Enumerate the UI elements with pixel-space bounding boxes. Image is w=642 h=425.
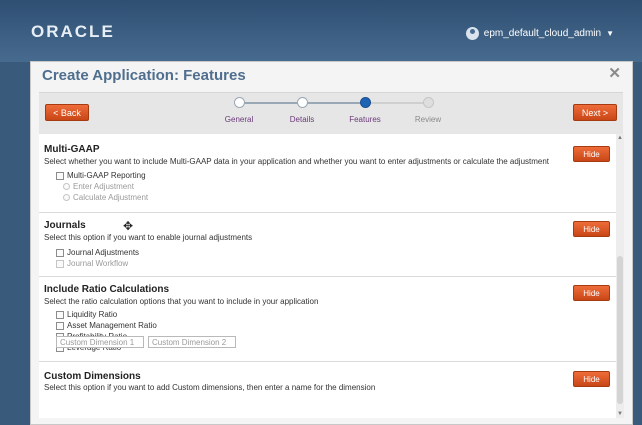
ratio-title: Include Ratio Calculations: [44, 284, 170, 295]
multigaap-reporting-option[interactable]: Multi-GAAP Reporting: [56, 171, 146, 180]
multigaap-section: Multi-GAAP Select whether you want to in…: [39, 134, 616, 213]
wizard-train: < Back General Details Features Review N…: [39, 92, 623, 135]
option-label: Liquidity Ratio: [67, 310, 118, 319]
journal-adjustments-option[interactable]: Journal Adjustments: [56, 248, 139, 257]
custom-dimensions-hide-button[interactable]: Hide: [573, 371, 610, 387]
journals-hide-button[interactable]: Hide: [573, 221, 610, 237]
option-label: Journal Workflow: [67, 259, 129, 268]
step-features-label[interactable]: Features: [349, 115, 381, 124]
option-label: Multi-GAAP Reporting: [67, 171, 146, 180]
ratio-description: Select the ratio calculation options tha…: [44, 297, 319, 306]
radio-button: [63, 183, 70, 190]
step-details-label[interactable]: Details: [290, 115, 314, 124]
custom-dimensions-title: Custom Dimensions: [44, 371, 141, 382]
step-details-stop[interactable]: [297, 97, 308, 108]
liquidity-ratio-option[interactable]: Liquidity Ratio: [56, 310, 117, 319]
checkbox[interactable]: [56, 171, 64, 180]
option-label: Journal Adjustments: [67, 248, 140, 257]
user-menu[interactable]: epm_default_cloud_admin ▼: [465, 27, 614, 40]
step-review-label: Review: [414, 115, 442, 124]
step-general-label[interactable]: General: [225, 115, 253, 124]
multigaap-description: Select whether you want to include Multi…: [44, 157, 550, 166]
journals-description: Select this option if you want to enable…: [44, 233, 253, 242]
checkbox[interactable]: [56, 321, 64, 330]
option-label: Asset Management Ratio: [67, 321, 157, 330]
next-button[interactable]: Next >: [573, 104, 617, 121]
enter-adjustment-option: Enter Adjustment: [63, 182, 134, 191]
ratio-section: Include Ratio Calculations Select the ra…: [39, 276, 616, 362]
top-bar: ORACLE epm_default_cloud_admin ▼: [0, 0, 642, 62]
journals-title: Journals: [44, 220, 86, 231]
chevron-down-icon: ▼: [606, 29, 614, 38]
multigaap-hide-button[interactable]: Hide: [573, 146, 610, 162]
asset-management-ratio-option[interactable]: Asset Management Ratio: [56, 321, 157, 330]
scroll-down-icon[interactable]: ▼: [617, 411, 623, 417]
scroll-thumb[interactable]: [617, 256, 623, 404]
option-label: Calculate Adjustment: [73, 193, 149, 202]
checkbox[interactable]: [56, 310, 64, 319]
custom-dimension-2-input[interactable]: [148, 336, 236, 348]
user-name: epm_default_cloud_admin: [483, 28, 602, 39]
checkbox[interactable]: [56, 248, 64, 257]
custom-dimensions-description: Select this option if you want to add Cu…: [44, 383, 376, 392]
back-button[interactable]: < Back: [45, 104, 89, 121]
features-content: Multi-GAAP Select whether you want to in…: [39, 134, 616, 418]
journal-workflow-option: Journal Workflow: [56, 259, 128, 268]
train-connector: [303, 102, 361, 104]
move-cursor-icon: ✥: [123, 219, 134, 233]
oracle-logo: ORACLE: [31, 22, 115, 41]
train-connector: [366, 102, 424, 104]
close-icon[interactable]: ✕: [608, 64, 621, 82]
calculate-adjustment-option: Calculate Adjustment: [63, 193, 148, 202]
create-application-dialog: Create Application: Features ✕ < Back Ge…: [30, 61, 633, 425]
scroll-up-icon[interactable]: ▲: [617, 135, 623, 141]
multigaap-title: Multi-GAAP: [44, 144, 100, 155]
option-label: Enter Adjustment: [73, 182, 134, 191]
dialog-title: Create Application: Features: [42, 67, 246, 84]
ratio-hide-button[interactable]: Hide: [573, 285, 610, 301]
vertical-scrollbar[interactable]: ▲ ▼: [616, 134, 624, 418]
user-icon: [465, 27, 479, 40]
step-review-stop: [423, 97, 434, 108]
custom-dimensions-section: Custom Dimensions Select this option if …: [39, 361, 616, 418]
step-features-stop[interactable]: [360, 97, 371, 108]
radio-button: [63, 194, 70, 201]
step-general-stop[interactable]: [234, 97, 245, 108]
checkbox: [56, 259, 64, 268]
custom-dimension-1-input[interactable]: [56, 336, 144, 348]
train-connector: [240, 102, 298, 104]
